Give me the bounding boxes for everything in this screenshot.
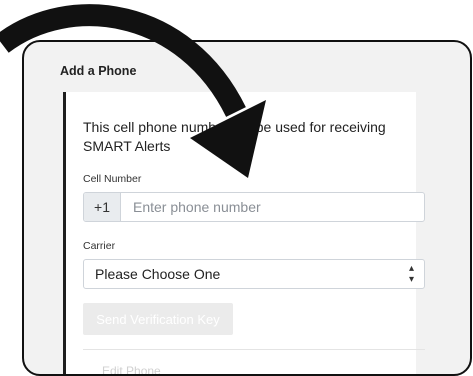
cell-number-label: Cell Number <box>83 173 142 185</box>
phone-number-input[interactable] <box>121 193 424 221</box>
phone-input-group: +1 <box>83 192 425 222</box>
faded-edit-phone-text: Edit Phone <box>102 364 161 376</box>
country-code-prefix: +1 <box>84 193 121 221</box>
app-frame: Add a Phone This cell phone number will … <box>22 40 472 376</box>
intro-text: This cell phone number will be used for … <box>83 119 386 154</box>
up-down-caret-icon: ▴ ▾ <box>408 263 414 285</box>
send-verification-key-button[interactable]: Send Verification Key <box>83 303 233 335</box>
carrier-selected-value: Please Choose One <box>95 266 221 282</box>
add-phone-card: This cell phone number will be used for … <box>63 92 425 376</box>
divider <box>83 349 425 350</box>
carrier-select[interactable]: Please Choose One ▴ ▾ <box>83 259 425 289</box>
section-title: Add a Phone <box>60 64 137 78</box>
carrier-label: Carrier <box>83 240 116 252</box>
